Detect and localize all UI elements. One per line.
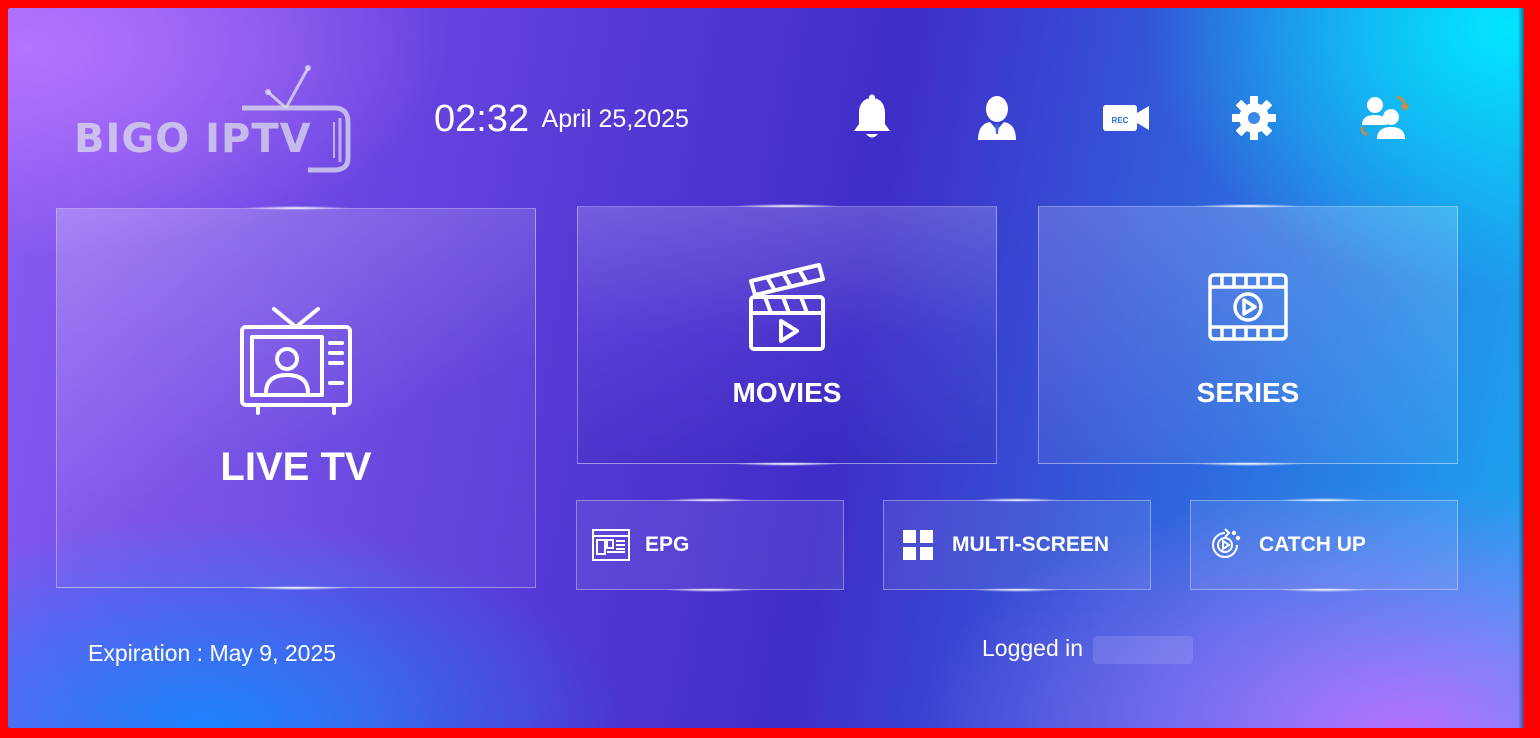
series-tile[interactable]: SERIES	[1038, 204, 1458, 466]
clock-date: April 25,2025	[541, 105, 689, 133]
username-redacted	[1093, 635, 1194, 664]
clock-time: 02:32	[434, 98, 530, 140]
epg-label: EPG	[645, 533, 690, 556]
clock: 02:32 April 25,2025	[434, 98, 689, 141]
catch-up-button[interactable]: CATCH UP	[1190, 498, 1458, 592]
user-icon	[978, 96, 1016, 140]
app-screen: BIGO IPTV 02:32 April 25,2025 REC LIVE T…	[8, 8, 1524, 728]
gear-icon	[1232, 96, 1276, 140]
film-play-icon	[1206, 271, 1290, 348]
settings-button[interactable]	[1226, 90, 1282, 146]
bell-icon	[854, 94, 890, 138]
switch-user-button[interactable]	[1356, 90, 1412, 146]
profile-button[interactable]	[969, 90, 1025, 146]
live-tv-tile[interactable]: LIVE TV	[56, 206, 536, 590]
tv-icon	[238, 303, 354, 420]
catch-up-label: CATCH UP	[1259, 533, 1366, 556]
replay-icon	[1205, 527, 1245, 563]
epg-icon	[591, 527, 631, 563]
movies-tile[interactable]: MOVIES	[577, 204, 997, 466]
clapperboard-icon	[745, 259, 829, 360]
epg-button[interactable]: EPG	[576, 498, 844, 592]
expiration-text: Expiration : May 9, 2025	[88, 640, 337, 666]
recordings-button[interactable]: REC	[1098, 90, 1154, 146]
frame-edge-shadow	[1518, 8, 1524, 728]
rec-camera-icon: REC	[1103, 105, 1149, 131]
rec-label: REC	[1112, 116, 1129, 125]
movies-label: MOVIES	[732, 377, 842, 408]
switch-user-icon	[1360, 95, 1409, 139]
logged-in-status: Logged in	[982, 635, 1194, 664]
multi-screen-button[interactable]: MULTI-SCREEN	[883, 498, 1151, 592]
logo-text: BIGO IPTV	[74, 116, 312, 162]
grid-icon	[898, 527, 938, 563]
series-label: SERIES	[1196, 377, 1300, 408]
app-logo: BIGO IPTV	[72, 58, 362, 178]
live-tv-label: LIVE TV	[220, 445, 372, 489]
multi-screen-label: MULTI-SCREEN	[952, 533, 1110, 556]
notifications-button[interactable]	[844, 90, 900, 146]
logged-in-label: Logged in	[982, 635, 1084, 661]
